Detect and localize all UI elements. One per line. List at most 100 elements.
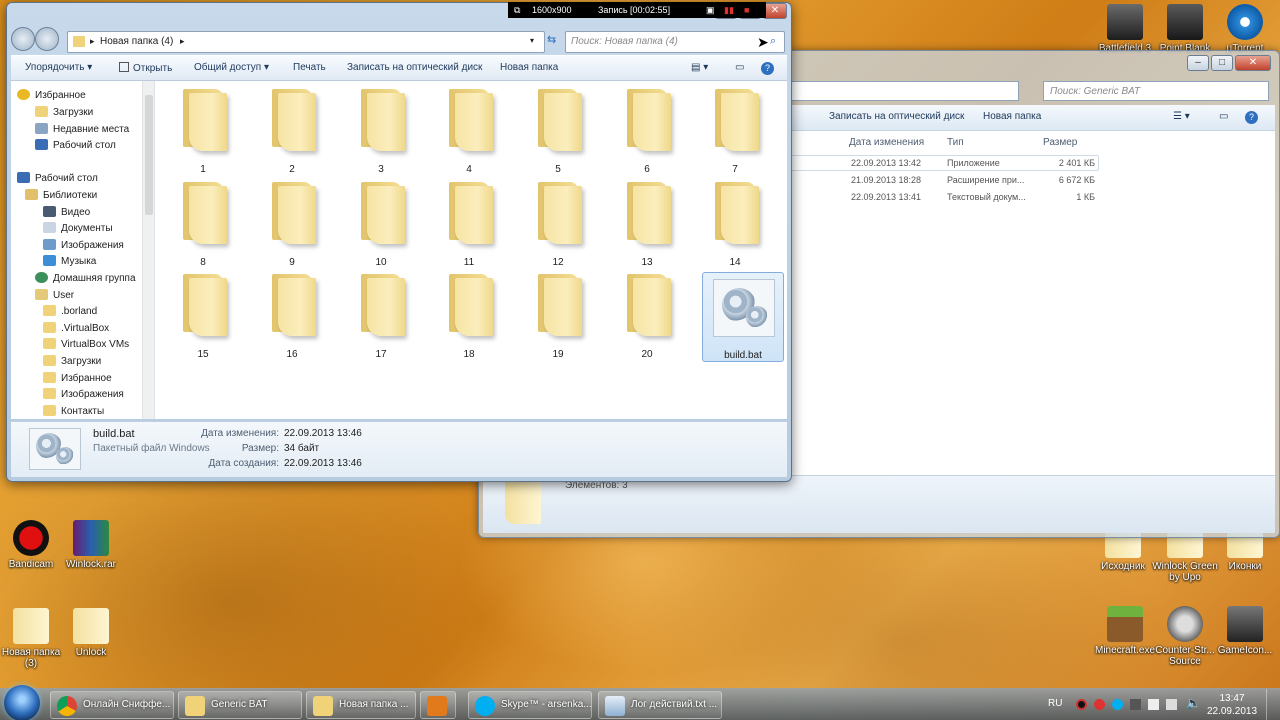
taskbar-item-generic-bat[interactable]: Generic BAT <box>178 691 302 719</box>
preview-pane-icon[interactable]: ▭ <box>735 62 744 73</box>
print-button[interactable]: Печать <box>293 62 326 73</box>
maximize-button[interactable]: □ <box>1211 55 1233 71</box>
refresh-icon[interactable]: ⇆ <box>547 33 563 51</box>
view-icon[interactable]: ▤ ▾ <box>691 62 708 73</box>
folder-item[interactable]: 2 <box>250 85 334 175</box>
breadcrumb-arrow-icon[interactable]: ▸ <box>180 36 185 47</box>
folder-item[interactable]: 16 <box>250 270 334 360</box>
desktop-icon-utorrent[interactable]: µTorrent <box>1210 4 1280 54</box>
pause-icon[interactable]: ▮▮ <box>724 2 734 18</box>
camera-icon[interactable]: ▣ <box>706 2 715 18</box>
folder-item[interactable]: 10 <box>339 178 423 268</box>
folder-item[interactable]: 15 <box>161 270 245 360</box>
nav-video[interactable]: Видео <box>43 205 90 221</box>
nav-libraries[interactable]: Библиотеки <box>25 188 97 204</box>
folder-item[interactable]: 11 <box>427 178 511 268</box>
tray-app-icon[interactable] <box>1130 699 1141 710</box>
taskbar-item-chrome[interactable]: Онлайн Сниффе... <box>50 691 174 719</box>
new-folder-button[interactable]: Новая папка <box>983 111 1041 122</box>
share-button[interactable]: Общий доступ ▾ <box>194 62 269 73</box>
taskbar-item-player[interactable] <box>420 691 456 719</box>
nav-downloads[interactable]: Загрузки <box>35 105 93 121</box>
volume-icon[interactable]: 🔈 <box>1186 696 1201 710</box>
taskbar-item-notepad[interactable]: Лог действий.txt ... <box>598 691 722 719</box>
folder-item[interactable]: 4 <box>427 85 511 175</box>
nav-recent[interactable]: Недавние места <box>35 122 129 138</box>
folder-item[interactable]: 20 <box>605 270 689 360</box>
search-icon[interactable]: ⌕ <box>770 35 776 48</box>
help-icon[interactable]: ? <box>761 62 774 75</box>
folder-item[interactable]: 14 <box>693 178 777 268</box>
nav-documents[interactable]: Документы <box>43 221 113 237</box>
preview-pane-icon[interactable]: ▭ <box>1219 111 1228 122</box>
tray-flag-icon[interactable] <box>1148 699 1159 710</box>
language-indicator[interactable]: RU <box>1048 698 1062 709</box>
folder-item[interactable]: 13 <box>605 178 689 268</box>
chevron-down-icon[interactable]: ▾ <box>530 36 534 45</box>
tray-network-icon[interactable] <box>1166 699 1177 710</box>
desktop-icon-winlock-rar[interactable]: Winlock.rar <box>56 520 126 570</box>
taskbar-item-new-folder[interactable]: Новая папка ... <box>306 691 416 719</box>
folder-item[interactable]: 19 <box>516 270 600 360</box>
nav-homegroup[interactable]: Домашняя группа <box>35 271 136 287</box>
desktop-icon-gameicon[interactable]: GameIcon... <box>1210 606 1280 656</box>
nav-borland[interactable]: .borland <box>43 304 97 320</box>
organize-button[interactable]: Упорядочить ▾ <box>25 62 92 73</box>
clock-time[interactable]: 13:47 <box>1210 693 1254 704</box>
nav-virtualbox[interactable]: .VirtualBox <box>43 321 109 337</box>
nav-user[interactable]: User <box>35 288 74 304</box>
folder-item[interactable]: 6 <box>605 85 689 175</box>
search-input[interactable]: Поиск: Новая папка (4) ⌕ <box>565 31 785 53</box>
column-header-date[interactable]: Дата изменения <box>849 137 924 148</box>
forward-button[interactable] <box>35 27 59 51</box>
nav-user-favorites[interactable]: Избранное <box>43 371 112 387</box>
column-header-size[interactable]: Размер <box>1043 137 1077 148</box>
file-item-selected[interactable]: build.bat <box>702 272 784 362</box>
clock-date[interactable]: 22.09.2013 <box>1206 706 1258 717</box>
show-desktop-button[interactable] <box>1266 689 1280 720</box>
folder-item[interactable]: 12 <box>516 178 600 268</box>
desktop-icon-unlock[interactable]: Unlock <box>56 608 126 658</box>
desktop-icon-icons[interactable]: Иконки <box>1210 532 1280 572</box>
column-header-type[interactable]: Тип <box>947 137 964 148</box>
back-button[interactable] <box>11 27 35 51</box>
nav-pictures[interactable]: Изображения <box>43 238 124 254</box>
close-button[interactable]: ✕ <box>1235 55 1271 71</box>
tray-antivirus-icon[interactable] <box>1094 699 1105 710</box>
help-icon[interactable]: ? <box>1245 111 1258 124</box>
breadcrumb[interactable]: Новая папка (4) <box>100 36 173 47</box>
address-bar[interactable] <box>789 81 1019 101</box>
open-button[interactable]: Открыть <box>119 62 172 74</box>
minimize-button[interactable]: – <box>1187 55 1209 71</box>
view-icon[interactable]: ☰ ▾ <box>1173 111 1190 122</box>
folder-item[interactable]: 9 <box>250 178 334 268</box>
stop-icon[interactable]: ■ <box>744 2 749 18</box>
tray-skype-icon[interactable] <box>1112 699 1123 710</box>
burn-button[interactable]: Записать на оптический диск <box>347 62 482 73</box>
nav-desktop[interactable]: Рабочий стол <box>17 171 98 187</box>
search-input[interactable]: Поиск: Generic BAT <box>1043 81 1269 101</box>
nav-music[interactable]: Музыка <box>43 254 96 270</box>
desktop-icon-isxodnik[interactable]: Исходник <box>1088 532 1158 572</box>
nav-scrollbar[interactable] <box>142 81 154 419</box>
nav-vbox-vms[interactable]: VirtualBox VMs <box>43 337 129 353</box>
nav-contacts[interactable]: Контакты <box>43 404 104 419</box>
folder-item[interactable]: 8 <box>161 178 245 268</box>
tray-record-icon[interactable] <box>1076 699 1087 710</box>
address-bar[interactable]: ▸ Новая папка (4) ▸ ▾ <box>67 31 545 53</box>
breadcrumb-arrow-icon[interactable]: ▸ <box>90 36 95 47</box>
scrollbar-thumb[interactable] <box>145 95 153 215</box>
start-button[interactable] <box>4 685 40 720</box>
nav-user-pictures[interactable]: Изображения <box>43 387 124 403</box>
burn-button[interactable]: Записать на оптический диск <box>829 111 964 122</box>
nav-favorites[interactable]: Избранное <box>17 88 86 104</box>
folder-item[interactable]: 17 <box>339 270 423 360</box>
folder-item[interactable]: 18 <box>427 270 511 360</box>
folder-item[interactable]: 5 <box>516 85 600 175</box>
folder-item[interactable]: 3 <box>339 85 423 175</box>
taskbar-item-skype[interactable]: Skype™ - arsenka... <box>468 691 592 719</box>
folder-item[interactable]: 1 <box>161 85 245 175</box>
nav-desktop-fav[interactable]: Рабочий стол <box>35 138 116 154</box>
close-button[interactable]: ✕ <box>763 3 787 19</box>
folder-item[interactable]: 7 <box>693 85 777 175</box>
